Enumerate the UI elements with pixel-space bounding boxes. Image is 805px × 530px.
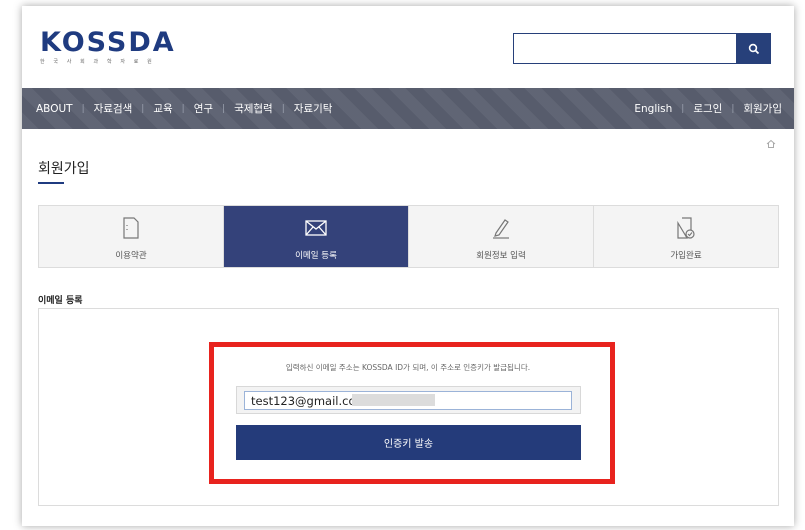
step-complete: 가입완료 [594, 206, 778, 267]
nav-international[interactable]: 국제협력 [234, 101, 273, 116]
nav-right: English | 로그인 | 회원가입 [634, 88, 782, 129]
document-check-icon [674, 215, 698, 241]
step-email: 이메일 등록 [224, 206, 409, 267]
page: KOSSDA 한 국 사 회 과 학 자 료 원 ABOUT | 자료검색 | … [22, 6, 794, 526]
screenshot-frame: KOSSDA 한 국 사 회 과 학 자 료 원 ABOUT | 자료검색 | … [0, 0, 805, 530]
search-input[interactable] [513, 33, 737, 64]
document-icon [119, 215, 143, 241]
home-icon[interactable] [766, 139, 776, 149]
nav-separator: | [731, 103, 735, 114]
nav-separator: | [181, 103, 185, 114]
step-member-info: 회원정보 입력 [409, 206, 594, 267]
search-button[interactable] [737, 33, 771, 64]
step-label: 이메일 등록 [295, 251, 337, 261]
nav-english[interactable]: English [634, 103, 672, 115]
step-label: 이용약관 [115, 251, 147, 261]
nav-about[interactable]: ABOUT [36, 103, 73, 115]
main-nav: ABOUT | 자료검색 | 교육 | 연구 | 국제협력 | 자료기탁 Eng… [22, 88, 794, 129]
step-label: 회원정보 입력 [476, 251, 526, 261]
nav-deposit[interactable]: 자료기탁 [294, 101, 333, 116]
envelope-icon [304, 215, 328, 241]
step-terms: 이용약관 [39, 206, 224, 267]
nav-education[interactable]: 교육 [153, 101, 172, 116]
section-title: 이메일 등록 [38, 296, 83, 306]
email-notice-text: 입력하신 이메일 주소는 KOSSDA ID가 되며, 이 주소로 인증키가 발… [285, 363, 531, 372]
nav-research[interactable]: 연구 [194, 101, 213, 116]
logo-text: KOSSDA [40, 27, 176, 58]
nav-separator: | [281, 103, 285, 114]
nav-separator: | [222, 103, 226, 114]
logo-subtitle: 한 국 사 회 과 학 자 료 원 [40, 59, 156, 65]
nav-separator: | [81, 103, 85, 114]
title-underline [38, 182, 64, 184]
nav-signup[interactable]: 회원가입 [743, 101, 782, 116]
signup-steps: 이용약관 이메일 등록 회원정보 입력 가입완료 [38, 205, 779, 268]
search-icon [748, 43, 760, 54]
page-title: 회원가입 [38, 161, 90, 177]
kossda-logo[interactable]: KOSSDA 한 국 사 회 과 학 자 료 원 [40, 27, 176, 65]
email-autofill-highlight [352, 394, 435, 406]
pencil-icon [489, 215, 513, 241]
nav-login[interactable]: 로그인 [693, 101, 722, 116]
nav-data-search[interactable]: 자료검색 [94, 101, 133, 116]
nav-separator: | [141, 103, 145, 114]
nav-left: ABOUT | 자료검색 | 교육 | 연구 | 국제협력 | 자료기탁 [36, 88, 332, 129]
step-label: 가입완료 [670, 251, 702, 261]
nav-separator: | [681, 103, 685, 114]
send-auth-key-button[interactable]: 인증키 발송 [236, 425, 581, 460]
